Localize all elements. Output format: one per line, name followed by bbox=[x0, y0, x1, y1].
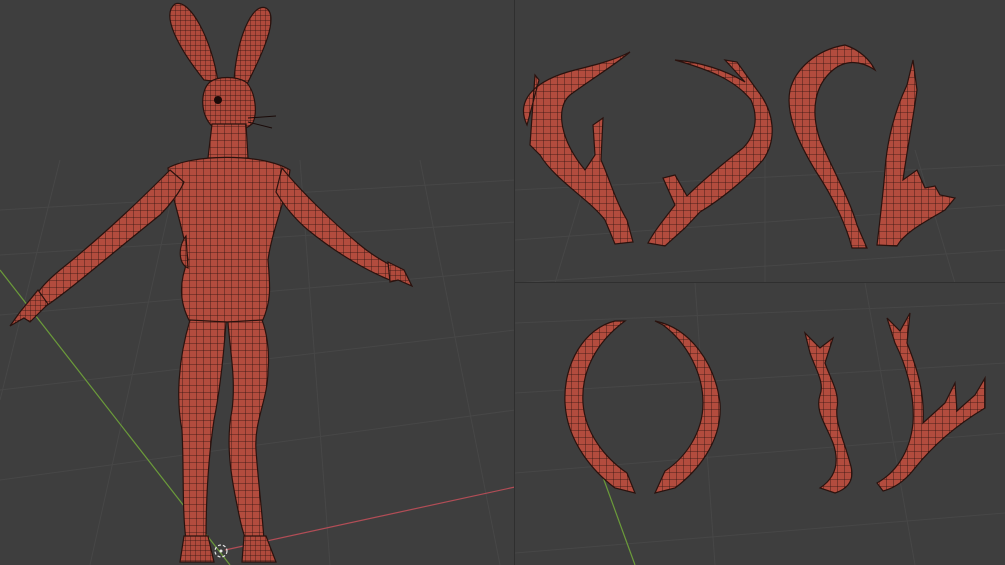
antler-3-left bbox=[564, 320, 636, 494]
neck bbox=[207, 123, 249, 159]
tail bbox=[179, 234, 189, 269]
antlers-bottom-scene bbox=[515, 283, 1005, 565]
viewport-antlers-bottom[interactable] bbox=[515, 283, 1005, 565]
viewport-antlers-top[interactable] bbox=[515, 0, 1005, 283]
right-arm bbox=[275, 166, 397, 281]
x-axis-line bbox=[224, 486, 515, 551]
antler-pair-2[interactable] bbox=[788, 44, 957, 249]
3d-cursor-icon[interactable] bbox=[214, 544, 228, 558]
viewport-character[interactable] bbox=[0, 0, 515, 565]
left-hand bbox=[9, 289, 49, 327]
antler-pair-4[interactable] bbox=[803, 312, 986, 494]
left-leg bbox=[178, 319, 227, 541]
antler-pair-1[interactable] bbox=[522, 51, 773, 247]
left-arm bbox=[35, 169, 185, 307]
right-leg bbox=[227, 319, 270, 541]
antler-1-left bbox=[522, 51, 634, 245]
left-foot bbox=[179, 535, 215, 563]
right-hand bbox=[387, 260, 414, 288]
rabbit-character-mesh[interactable] bbox=[9, 2, 414, 563]
left-ear bbox=[169, 2, 219, 83]
antler-1-right bbox=[647, 59, 773, 247]
antler-3-right bbox=[653, 320, 721, 494]
antler-4-left bbox=[803, 331, 853, 494]
eye-marker bbox=[214, 96, 222, 104]
blender-workspace bbox=[0, 0, 1005, 565]
antler-4-right bbox=[876, 312, 986, 492]
character-scene bbox=[0, 2, 515, 565]
right-ear bbox=[233, 6, 272, 87]
horizontal-divider bbox=[515, 282, 1005, 283]
antlers-top-scene bbox=[515, 44, 1005, 283]
